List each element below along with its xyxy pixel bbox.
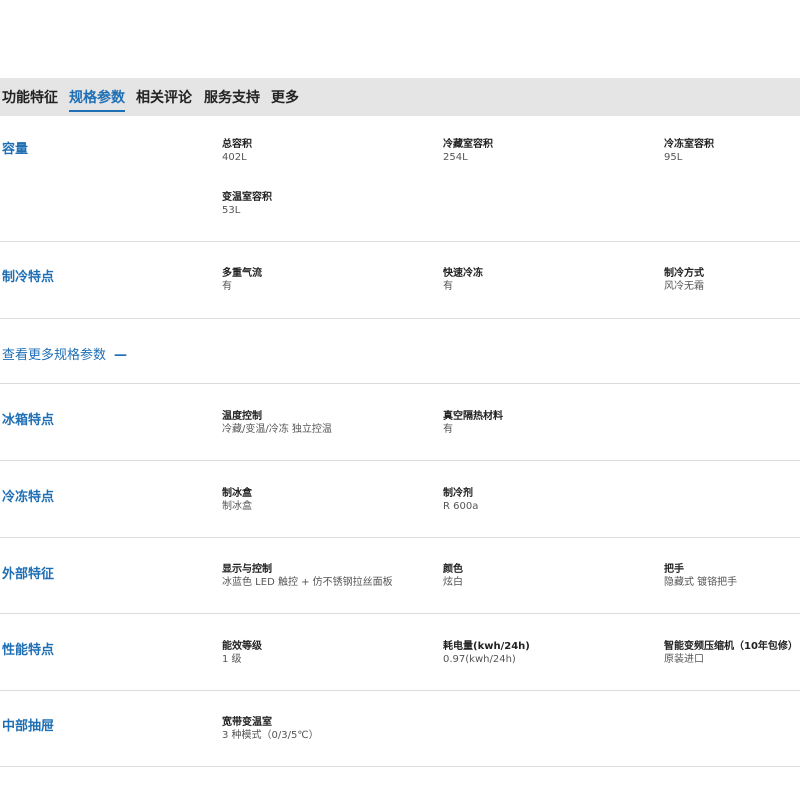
spec-compressor: 智能变频压缩机（10年包修） 原装进口	[664, 640, 798, 667]
spec-color: 颜色 炫白	[443, 563, 463, 590]
spec-name: 显示与控制	[222, 564, 272, 575]
spec-value: 53L	[222, 205, 241, 216]
spec-name: 智能变频压缩机（10年包修）	[664, 641, 798, 652]
spec-name: 宽带变温室	[222, 717, 272, 728]
spec-name: 真空隔热材料	[443, 411, 503, 422]
spec-vacuum-insulation: 真空隔热材料 有	[443, 410, 503, 437]
collapse-icon[interactable]: —	[114, 348, 127, 363]
spec-name: 制冰盒	[222, 488, 252, 499]
spec-name: 多重气流	[222, 268, 262, 279]
divider	[0, 318, 800, 319]
spec-value: R 600a	[443, 501, 479, 512]
spec-name: 温度控制	[222, 411, 262, 422]
spec-temp-control: 温度控制 冷藏/变温/冷冻 独立控温	[222, 410, 332, 437]
spec-name: 能效等级	[222, 641, 262, 652]
category-cooling: 制冷特点	[2, 270, 55, 285]
spec-value: 1 级	[222, 654, 242, 665]
spec-value: 95L	[664, 152, 683, 163]
spec-name: 把手	[664, 564, 684, 575]
view-more-specs-link[interactable]: 查看更多规格参数 —	[2, 344, 127, 363]
divider	[0, 241, 800, 242]
spec-value: 0.97(kwh/24h)	[443, 654, 516, 665]
spec-multi-airflow: 多重气流 有	[222, 267, 262, 294]
spec-value: 有	[443, 424, 453, 435]
spec-name: 冷冻室容积	[664, 139, 714, 150]
tab-more[interactable]: 更多	[271, 78, 299, 116]
spec-value: 254L	[443, 152, 468, 163]
tab-reviews[interactable]: 相关评论	[136, 78, 192, 116]
spec-total-capacity: 总容积 402L	[222, 138, 252, 165]
spec-name: 制冷方式	[664, 268, 704, 279]
category-exterior: 外部特征	[2, 567, 55, 582]
tab-bar: 功能特征 规格参数 相关评论 服务支持 更多	[0, 78, 800, 116]
category-drawer: 中部抽屉	[2, 719, 55, 734]
spec-value: 402L	[222, 152, 247, 163]
spec-quick-freeze: 快速冷冻 有	[443, 267, 483, 294]
divider	[0, 460, 800, 461]
spec-value: 制冰盒	[222, 501, 252, 512]
tab-features[interactable]: 功能特征	[2, 78, 58, 116]
spec-value: 3 种模式（0/3/5℃）	[222, 730, 319, 741]
spec-refrigerant: 制冷剂 R 600a	[443, 487, 478, 514]
spec-display-control: 显示与控制 冰蓝色 LED 触控 + 仿不锈钢拉丝面板	[222, 563, 393, 590]
spec-value: 有	[222, 281, 232, 292]
spec-power-consumption: 耗电量(kwh/24h) 0.97(kwh/24h)	[443, 640, 530, 667]
spec-variable-capacity: 变温室容积 53L	[222, 191, 272, 218]
divider	[0, 766, 800, 767]
spec-name: 制冷剂	[443, 488, 473, 499]
category-freezer: 冷冻特点	[2, 490, 55, 505]
spec-value: 有	[443, 281, 453, 292]
spec-name: 变温室容积	[222, 192, 272, 203]
spec-name: 颜色	[443, 564, 463, 575]
spec-cooling-method: 制冷方式 风冷无霜	[664, 267, 704, 294]
spec-name: 耗电量(kwh/24h)	[443, 641, 530, 652]
category-performance: 性能特点	[2, 643, 55, 658]
divider	[0, 613, 800, 614]
spec-wide-variable-room: 宽带变温室 3 种模式（0/3/5℃）	[222, 716, 319, 743]
spec-value: 隐藏式 镀铬把手	[664, 577, 738, 588]
spec-name: 总容积	[222, 139, 252, 150]
spec-name: 冷藏室容积	[443, 139, 493, 150]
divider	[0, 537, 800, 538]
spec-freezer-capacity: 冷冻室容积 95L	[664, 138, 714, 165]
spec-fridge-capacity: 冷藏室容积 254L	[443, 138, 493, 165]
tab-service[interactable]: 服务支持	[204, 78, 260, 116]
spec-value: 冰蓝色 LED 触控 + 仿不锈钢拉丝面板	[222, 577, 393, 588]
spec-value: 原装进口	[664, 654, 704, 665]
divider	[0, 383, 800, 384]
spec-name: 快速冷冻	[443, 268, 483, 279]
category-capacity: 容量	[2, 142, 29, 157]
spec-value: 冷藏/变温/冷冻 独立控温	[222, 424, 332, 435]
spec-energy-grade: 能效等级 1 级	[222, 640, 262, 667]
view-more-label: 查看更多规格参数	[2, 348, 107, 363]
category-fridge: 冰箱特点	[2, 413, 55, 428]
spec-ice-tray: 制冰盒 制冰盒	[222, 487, 252, 514]
divider	[0, 690, 800, 691]
tab-specs[interactable]: 规格参数	[69, 78, 125, 116]
spec-value: 炫白	[443, 577, 463, 588]
spec-handle: 把手 隐藏式 镀铬把手	[664, 563, 737, 590]
spec-value: 风冷无霜	[664, 281, 704, 292]
